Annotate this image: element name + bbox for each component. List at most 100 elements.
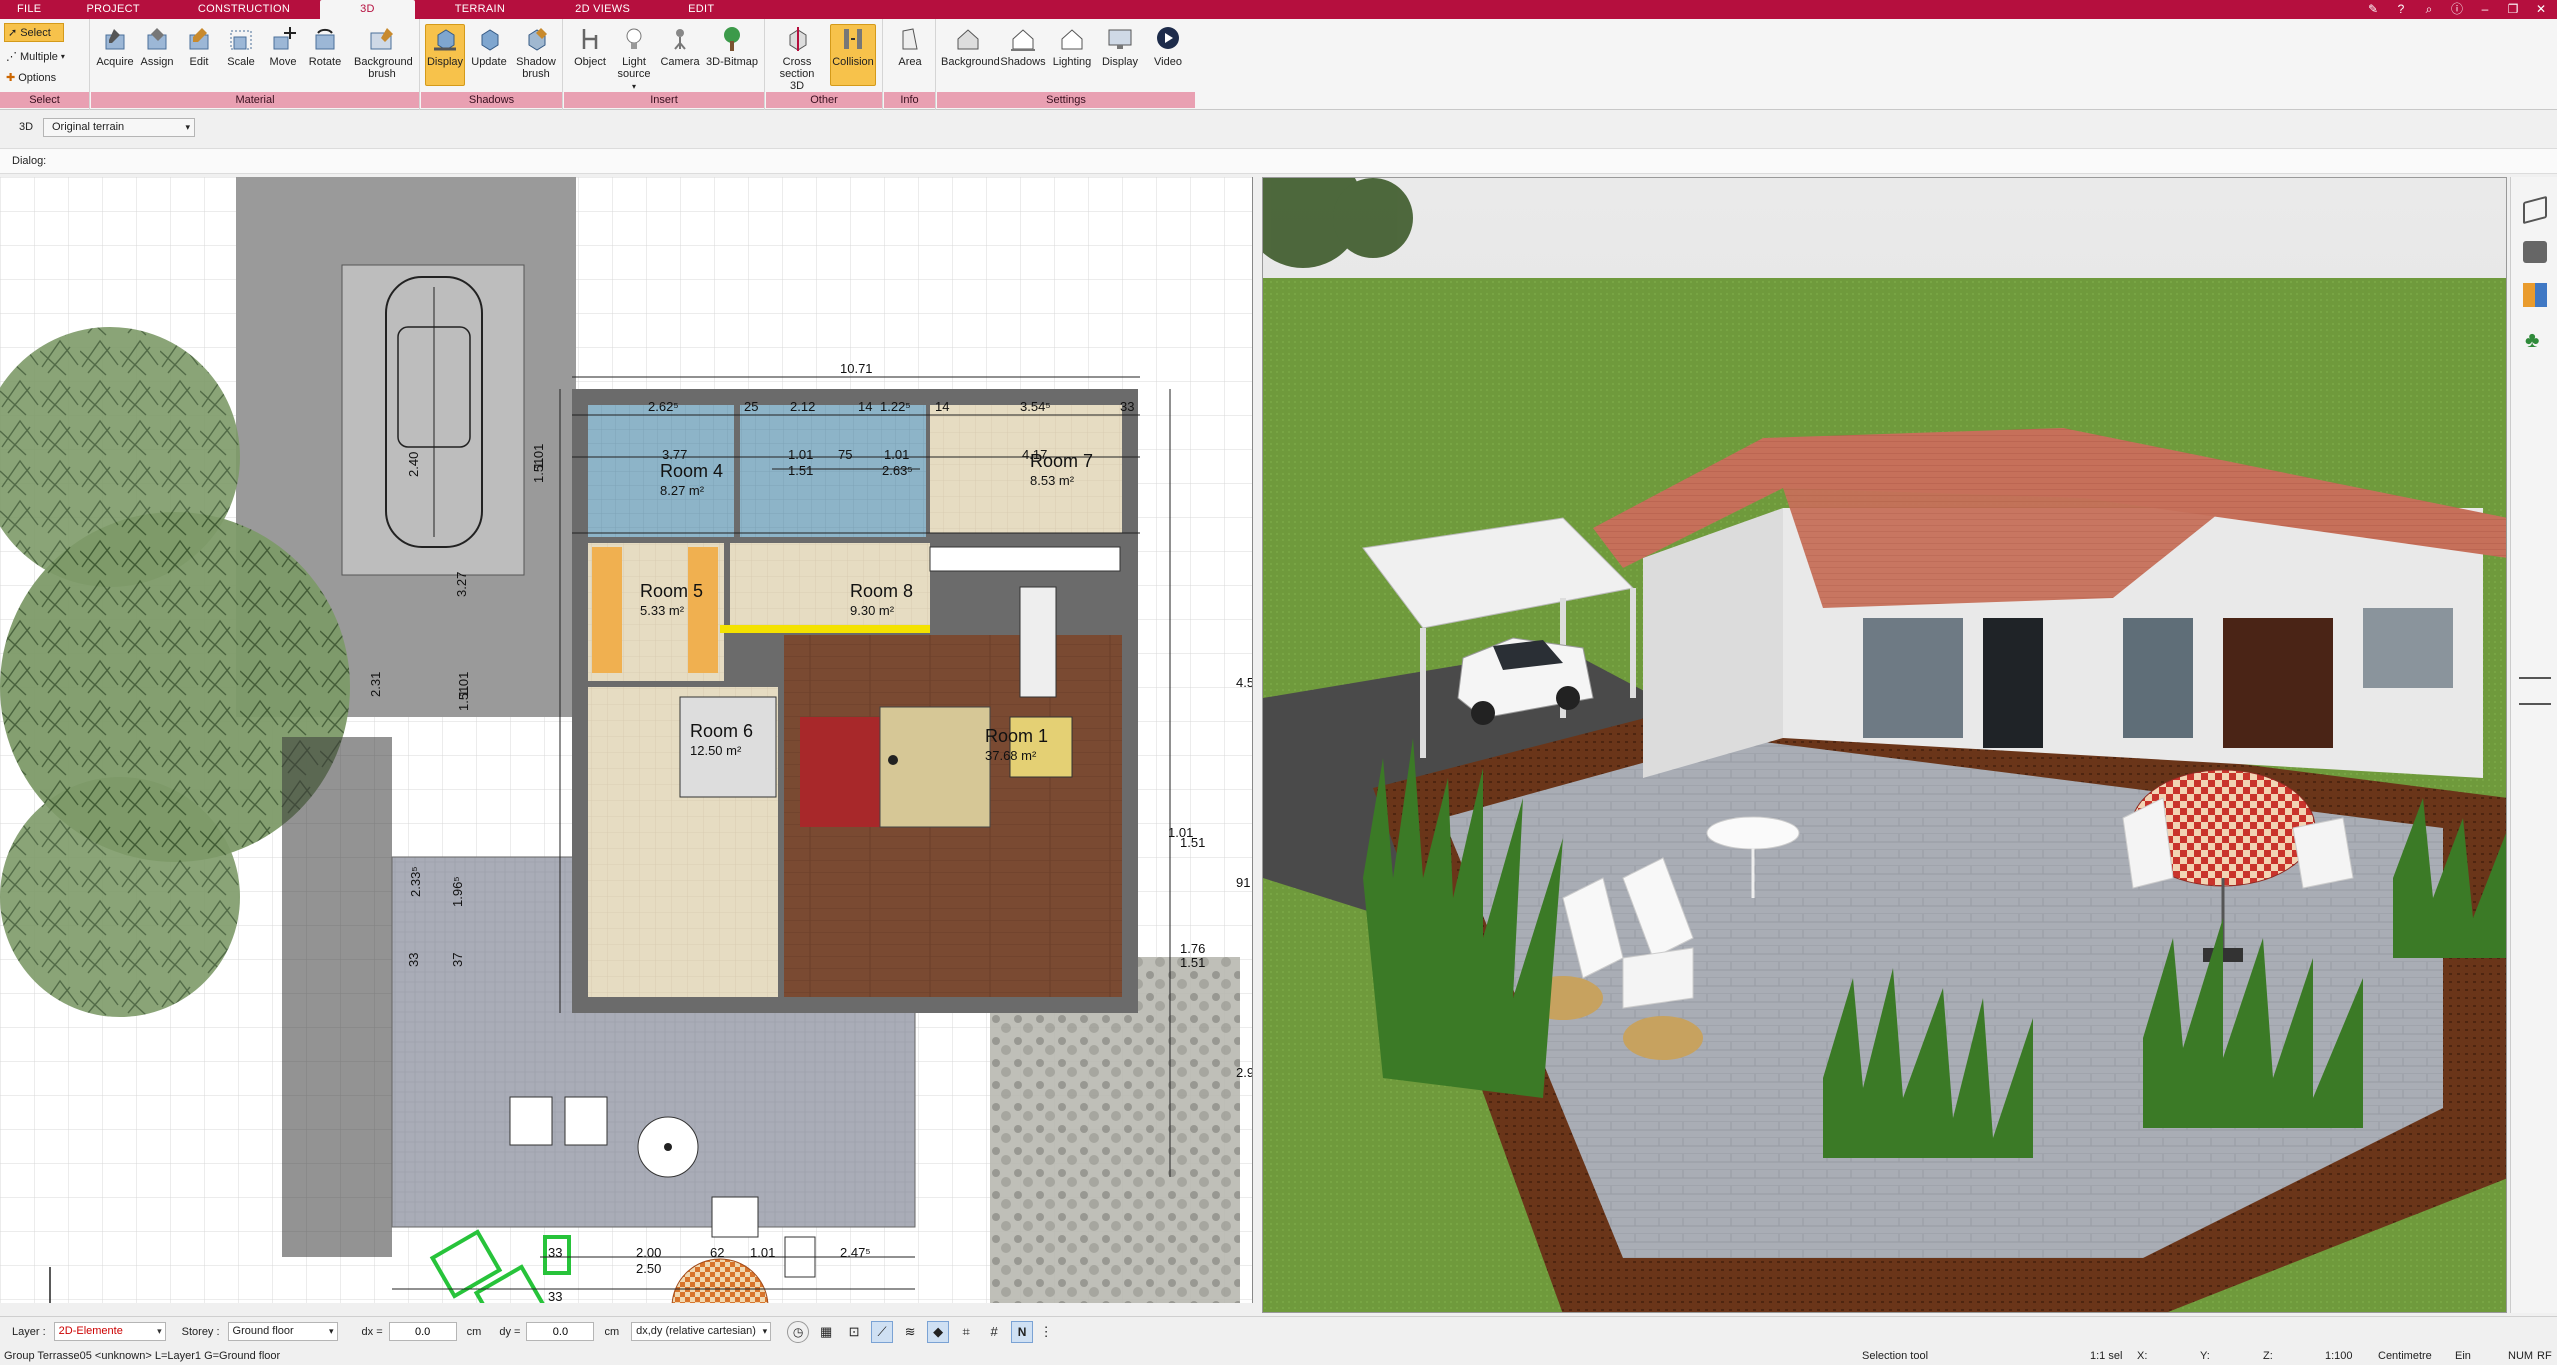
multiple-button[interactable]: ⋰ Multiple ▾ xyxy=(6,50,65,64)
chevron-down-icon: ▾ xyxy=(329,1326,334,1336)
dimension-label: 33 xyxy=(548,1245,562,1260)
camera-button[interactable]: Camera xyxy=(660,25,700,68)
tab-terrain[interactable]: TERRAIN xyxy=(415,0,545,19)
floor-plan-canvas[interactable]: 10.71 2.62⁵ 25 2.12 14 1.22⁵ 14 3.54⁵ 33 3.77 1.01… xyxy=(0,177,1253,1303)
drawing-scale: 1:100 xyxy=(2325,1350,2353,1362)
minimize-button[interactable]: – xyxy=(2475,1,2495,18)
y-coordinate-label: Y: xyxy=(2200,1350,2210,1362)
lighting-settings-button[interactable]: Lighting xyxy=(1049,25,1095,68)
ortho-icon[interactable]: ⌗ xyxy=(955,1321,977,1343)
menu-bar: FILE PROJECT CONSTRUCTION 3D TERRAIN 2D … xyxy=(0,0,2557,19)
panel-toggle-icon[interactable] xyxy=(2519,677,2551,705)
select-button[interactable]: ➚ Select xyxy=(4,23,64,42)
dx-input[interactable] xyxy=(388,1322,457,1341)
layer-select[interactable]: 2D-Elemente ▾ xyxy=(53,1322,166,1341)
clock-icon[interactable]: ◷ xyxy=(787,1320,810,1343)
chevron-down-icon: ▾ xyxy=(762,1326,768,1336)
tab-construction[interactable]: CONSTRUCTION xyxy=(168,0,320,19)
terrain-select[interactable]: Original terrain ▾ xyxy=(43,118,195,137)
ribbon-group-material: Acquire Assign Edit Scale Move Rotate Ba… xyxy=(91,19,420,110)
room-name: Room 8 xyxy=(850,581,913,601)
dialog-field[interactable] xyxy=(56,151,456,171)
dimension-label: 1.01 xyxy=(788,447,813,462)
scale-button[interactable]: Scale xyxy=(221,25,261,68)
group-caption-info: Info xyxy=(884,92,935,108)
group-caption-select: Select xyxy=(0,92,89,108)
video-button[interactable]: Video xyxy=(1145,25,1191,68)
layers-icon[interactable] xyxy=(2523,195,2547,225)
plants-icon[interactable]: ♣ xyxy=(2525,327,2545,353)
shadows-settings-button[interactable]: Shadows xyxy=(999,25,1047,68)
coordinate-mode-select[interactable]: dx,dy (relative cartesian) ▾ xyxy=(631,1322,772,1341)
play-icon xyxy=(1157,27,1179,49)
snap-angle-icon[interactable]: ◆ xyxy=(927,1320,950,1343)
dimension-label: 75 xyxy=(838,447,852,462)
dimension-label: 25 xyxy=(744,399,758,414)
snap-grid-icon[interactable]: ▦ xyxy=(815,1321,837,1343)
insert-object-button[interactable]: Object xyxy=(570,25,610,68)
dimension-label: 14 xyxy=(858,399,872,414)
tab-3d[interactable]: 3D xyxy=(320,0,415,19)
tab-file[interactable]: FILE xyxy=(0,0,58,19)
ribbon: ➚ Select ⋰ Multiple ▾ ✚ Options Select A… xyxy=(0,19,2557,110)
help-icon[interactable]: ? xyxy=(2391,1,2411,18)
dimension-label: 1.01 xyxy=(750,1245,775,1260)
dy-input[interactable] xyxy=(526,1322,595,1341)
materials-icon[interactable] xyxy=(2523,283,2547,307)
north-icon[interactable]: N xyxy=(1011,1320,1034,1343)
rotate-button[interactable]: Rotate xyxy=(305,25,345,68)
info-icon[interactable]: ⓘ xyxy=(2447,1,2467,18)
tools-icon[interactable]: ✎ xyxy=(2363,1,2383,18)
edit-status-bar: Layer : 2D-Elemente ▾ Storey : Ground fl… xyxy=(0,1316,2557,1346)
snap-point-icon[interactable]: ⊡ xyxy=(843,1321,865,1343)
render-3d-canvas[interactable] xyxy=(1263,178,2507,1313)
more-icon[interactable]: ⋮ xyxy=(1039,1321,1053,1343)
display-settings-button[interactable]: Display xyxy=(1097,25,1143,68)
view-3d[interactable] xyxy=(1262,177,2507,1313)
edit-material-button[interactable]: Edit xyxy=(179,25,219,68)
rf-indicator: RF xyxy=(2537,1350,2552,1362)
update-shadows-button[interactable]: Update xyxy=(469,25,509,68)
furniture-icon[interactable] xyxy=(2523,241,2547,263)
camera-icon xyxy=(674,29,686,50)
plan-view-2d[interactable]: 10.71 2.62⁵ 25 2.12 14 1.22⁵ 14 3.54⁵ 33 3.77 1.01… xyxy=(0,177,1253,1303)
area-button[interactable]: Area xyxy=(890,25,930,68)
selected-wall-segment[interactable] xyxy=(720,625,930,633)
search-icon[interactable]: ⌕ xyxy=(2419,1,2439,18)
room-area: 8.27 m² xyxy=(660,483,705,498)
snap-line-icon[interactable]: ⟋ xyxy=(871,1320,894,1343)
background-settings-button[interactable]: Background xyxy=(941,25,1000,68)
tab-edit[interactable]: EDIT xyxy=(660,0,742,19)
tab-project[interactable]: PROJECT xyxy=(58,0,167,19)
group-caption-insert: Insert xyxy=(564,92,764,108)
display-shadows-button[interactable]: Display xyxy=(425,24,465,86)
brush-icon xyxy=(370,28,393,50)
light-source-button[interactable]: Light source ▾ xyxy=(614,25,654,93)
grid-icon[interactable]: # xyxy=(983,1321,1005,1343)
assign-button[interactable]: Assign xyxy=(137,25,177,68)
acquire-button[interactable]: Acquire xyxy=(95,25,135,68)
cross-section-icon xyxy=(789,27,807,51)
multi-select-icon: ⋰ xyxy=(6,51,17,63)
move-arrows-icon xyxy=(273,27,296,50)
options-button[interactable]: ✚ Options xyxy=(6,71,56,85)
dialog-bar: Dialog: xyxy=(0,148,2557,174)
collision-button[interactable]: Collision xyxy=(830,24,876,86)
room-name: Room 5 xyxy=(640,581,703,601)
dimension-label: 1.51 xyxy=(531,458,546,483)
tab-2d-views[interactable]: 2D VIEWS xyxy=(545,0,660,19)
cross-section-3d-button[interactable]: Cross section 3D xyxy=(774,25,820,92)
dimension-label: 2.31 xyxy=(368,672,383,697)
restore-button[interactable]: ❐ xyxy=(2503,1,2523,18)
group-caption-shadows: Shadows xyxy=(421,92,562,108)
snap-midpoint-icon[interactable]: ≋ xyxy=(899,1321,921,1343)
storey-select[interactable]: Ground floor ▾ xyxy=(227,1322,338,1341)
room-7[interactable] xyxy=(930,405,1122,533)
close-button[interactable]: ✕ xyxy=(2531,1,2551,18)
3d-bitmap-button[interactable]: 3D-Bitmap xyxy=(704,25,760,68)
background-brush-button[interactable]: Background brush xyxy=(349,25,415,80)
shadow-brush-button[interactable]: Shadow brush xyxy=(513,25,559,80)
view-mode-label: 3D xyxy=(19,121,34,133)
scale-selection: 1:1 sel xyxy=(2090,1350,2123,1362)
move-button[interactable]: Move xyxy=(263,25,303,68)
